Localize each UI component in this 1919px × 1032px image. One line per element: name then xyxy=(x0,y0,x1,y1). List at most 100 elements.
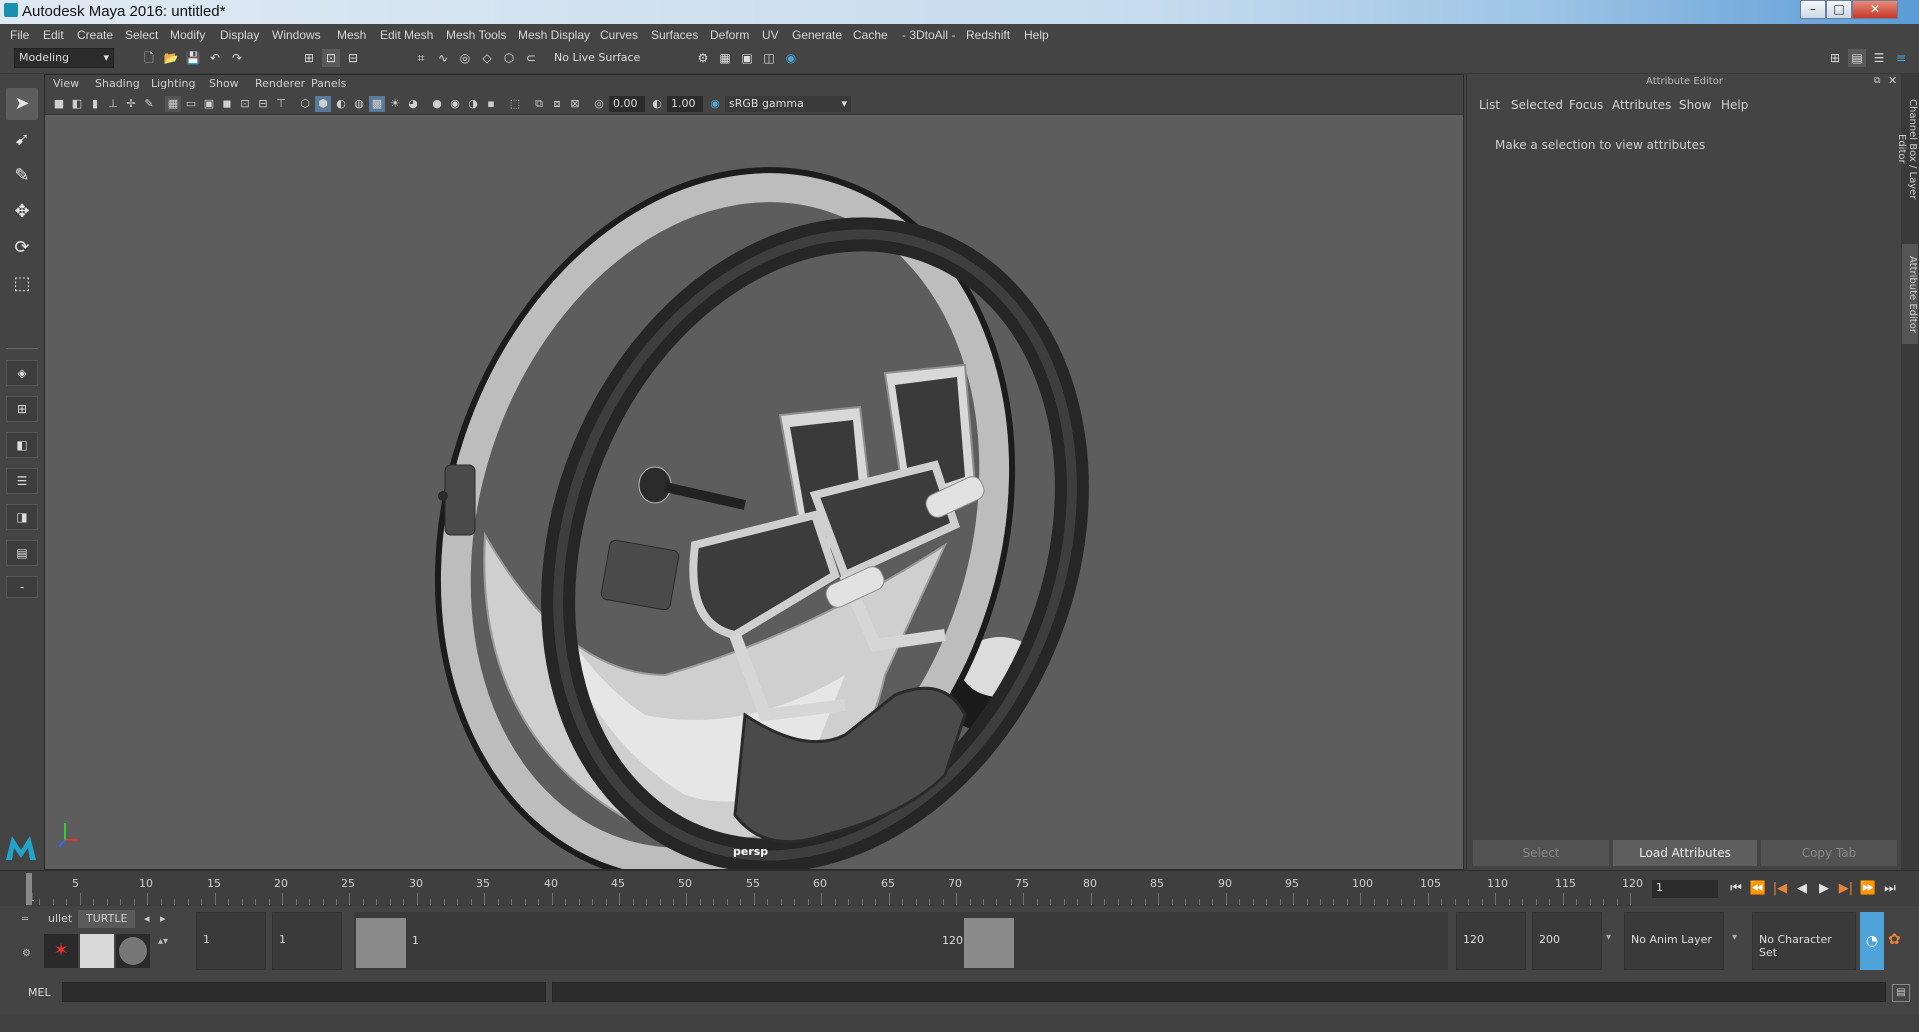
step-forward-key-icon[interactable]: ⏩ xyxy=(1858,879,1878,899)
menu-uv[interactable]: UV xyxy=(762,28,779,42)
range-slider[interactable]: 1 120 xyxy=(354,912,1448,970)
color-management-icon[interactable]: ◉ xyxy=(707,96,723,112)
select-component-icon[interactable]: ⊟ xyxy=(344,49,362,67)
playback-start-field[interactable]: 1 xyxy=(272,912,342,970)
snap-magnet-icon[interactable]: ⊂ xyxy=(522,49,540,67)
attribute-menu-focus[interactable]: Focus xyxy=(1569,98,1603,112)
script-editor-icon[interactable]: ▤ xyxy=(1892,984,1910,1002)
go-to-end-icon[interactable]: ⏭ xyxy=(1880,879,1900,899)
hypershade-icon[interactable]: ◉ xyxy=(782,49,800,67)
default-material-icon[interactable]: ◐ xyxy=(333,96,349,112)
snap-grid-icon[interactable]: ⌗ xyxy=(412,49,430,67)
shelf-tab-turtle[interactable]: TURTLE xyxy=(78,910,136,928)
menu-display[interactable]: Display xyxy=(220,28,259,42)
menu-3dtoall[interactable]: - 3DtoAll - xyxy=(902,28,955,42)
range-start-handle[interactable] xyxy=(356,918,406,968)
shelf-scroll-icon[interactable]: ▴▾ xyxy=(158,936,170,968)
lasso-tool-icon[interactable]: ➹ xyxy=(6,124,38,156)
menu-redshift[interactable]: Redshift xyxy=(966,28,1010,42)
menu-surfaces[interactable]: Surfaces xyxy=(651,28,698,42)
close-button[interactable]: ✕ xyxy=(1852,0,1898,19)
maximize-button[interactable]: □ xyxy=(1826,0,1852,19)
gamma-icon[interactable]: ◐ xyxy=(649,96,665,112)
hypershade-layout-icon[interactable]: ▤ xyxy=(6,540,38,566)
field-chart-icon[interactable]: ⊡ xyxy=(237,96,253,112)
tool-settings-icon[interactable]: ☰ xyxy=(1870,49,1888,67)
ambient-occlusion-icon[interactable]: ● xyxy=(429,96,445,112)
panel-menu-show[interactable]: Show xyxy=(209,77,239,90)
redo-icon[interactable]: ↷ xyxy=(228,49,246,67)
single-pane-layout-icon[interactable]: ◈ xyxy=(6,360,38,386)
resolution-gate-icon[interactable]: ▣ xyxy=(201,96,217,112)
ipr-render-icon[interactable]: ◫ xyxy=(760,49,778,67)
select-button[interactable]: Select xyxy=(1473,840,1609,866)
menu-curves[interactable]: Curves xyxy=(600,28,638,42)
menu-set-dropdown[interactable]: Modeling ▾ xyxy=(14,48,114,68)
time-slider[interactable]: 1510152025303540455055606570758085909510… xyxy=(0,870,1919,906)
grid-icon[interactable]: ▦ xyxy=(165,96,181,112)
menu-mesh[interactable]: Mesh xyxy=(337,28,366,42)
scale-tool-icon[interactable]: ⬚ xyxy=(6,268,38,300)
shelf-collapse-icon[interactable]: ═ xyxy=(22,914,34,926)
range-end-handle[interactable] xyxy=(964,918,1014,968)
isolate-select-icon[interactable]: ⬚ xyxy=(507,96,523,112)
command-language-label[interactable]: MEL xyxy=(28,986,51,999)
snap-point-icon[interactable]: ◎ xyxy=(456,49,474,67)
go-to-start-icon[interactable]: ⏮ xyxy=(1726,879,1746,899)
playback-end-field[interactable]: 120 xyxy=(1456,912,1526,970)
current-time-marker[interactable] xyxy=(26,873,32,905)
chevron-down-icon[interactable]: ▾ xyxy=(1606,932,1611,943)
depth-of-field-icon[interactable]: ▪ xyxy=(483,96,499,112)
play-backwards-icon[interactable]: ◀ xyxy=(1792,879,1812,899)
2d-pan-zoom-icon[interactable]: ✢ xyxy=(123,96,139,112)
shelf-next-icon[interactable]: ▸ xyxy=(160,912,166,925)
multisample-aa-icon[interactable]: ◑ xyxy=(465,96,481,112)
play-forwards-icon[interactable]: ▶ xyxy=(1814,879,1834,899)
command-input[interactable] xyxy=(62,982,546,1002)
exposure-icon[interactable]: ◎ xyxy=(591,96,607,112)
menu-help[interactable]: Help xyxy=(1024,28,1049,42)
turtle-bake-icon[interactable] xyxy=(80,934,114,968)
select-object-icon[interactable]: ⊡ xyxy=(322,49,340,67)
shelf-prev-icon[interactable]: ◂ xyxy=(144,912,150,925)
smooth-shade-icon[interactable]: ⬢ xyxy=(315,96,331,112)
attribute-menu-selected[interactable]: Selected xyxy=(1511,98,1563,112)
menu-deform[interactable]: Deform xyxy=(710,28,749,42)
panel-menu-view[interactable]: View xyxy=(53,77,79,90)
render-settings-icon[interactable]: ⚙ xyxy=(694,49,712,67)
attribute-editor-toggle-icon[interactable]: ▤ xyxy=(1848,49,1866,67)
select-tool-icon[interactable]: ➤ xyxy=(6,88,38,120)
use-all-lights-icon[interactable]: ☀ xyxy=(387,96,403,112)
snap-curve-icon[interactable]: ∿ xyxy=(434,49,452,67)
minimize-button[interactable]: – xyxy=(1800,0,1826,19)
step-forward-frame-icon[interactable]: ▶| xyxy=(1836,879,1856,899)
character-set-field[interactable]: No Character Set xyxy=(1752,912,1856,970)
time-ruler[interactable]: 1510152025303540455055606570758085909510… xyxy=(26,873,1646,905)
copy-tab-button[interactable]: Copy Tab xyxy=(1761,840,1897,866)
menu-edit-mesh[interactable]: Edit Mesh xyxy=(380,28,433,42)
wireframe-icon[interactable]: ⬡ xyxy=(297,96,313,112)
animation-preferences-icon[interactable]: ✿ xyxy=(1888,930,1908,950)
chevron-down-icon[interactable]: ▾ xyxy=(1732,932,1737,943)
grease-pencil-icon[interactable]: ✎ xyxy=(141,96,157,112)
menu-file[interactable]: File xyxy=(10,28,29,42)
auto-key-icon[interactable]: ◔ xyxy=(1860,912,1884,970)
render-view-icon[interactable]: ▦ xyxy=(716,49,734,67)
animation-start-field[interactable]: 1 xyxy=(196,912,266,970)
wireframe-on-shaded-icon[interactable]: ◍ xyxy=(351,96,367,112)
rotate-tool-icon[interactable]: ⟳ xyxy=(6,232,38,264)
move-tool-icon[interactable]: ✥ xyxy=(6,196,38,228)
exposure-field[interactable]: 0.00 xyxy=(609,96,645,112)
side-by-side-layout-icon[interactable]: ◧ xyxy=(6,432,38,458)
snap-view-icon[interactable]: ◇ xyxy=(478,49,496,67)
safe-title-icon[interactable]: ⊤ xyxy=(273,96,289,112)
snap-surface-icon[interactable]: ⬡ xyxy=(500,49,518,67)
menu-mesh-display[interactable]: Mesh Display xyxy=(518,28,590,42)
save-scene-icon[interactable]: 💾 xyxy=(184,49,202,67)
color-space-dropdown[interactable]: sRGB gamma ▾ xyxy=(725,96,851,112)
current-frame-field[interactable]: 1 xyxy=(1652,880,1718,898)
xray-joints-icon[interactable]: ⊠ xyxy=(567,96,583,112)
panel-menu-renderer[interactable]: Renderer xyxy=(255,77,305,90)
shadows-icon[interactable]: ◕ xyxy=(405,96,421,112)
channel-box-tab[interactable]: Channel Box / Layer Editor xyxy=(1896,84,1918,214)
